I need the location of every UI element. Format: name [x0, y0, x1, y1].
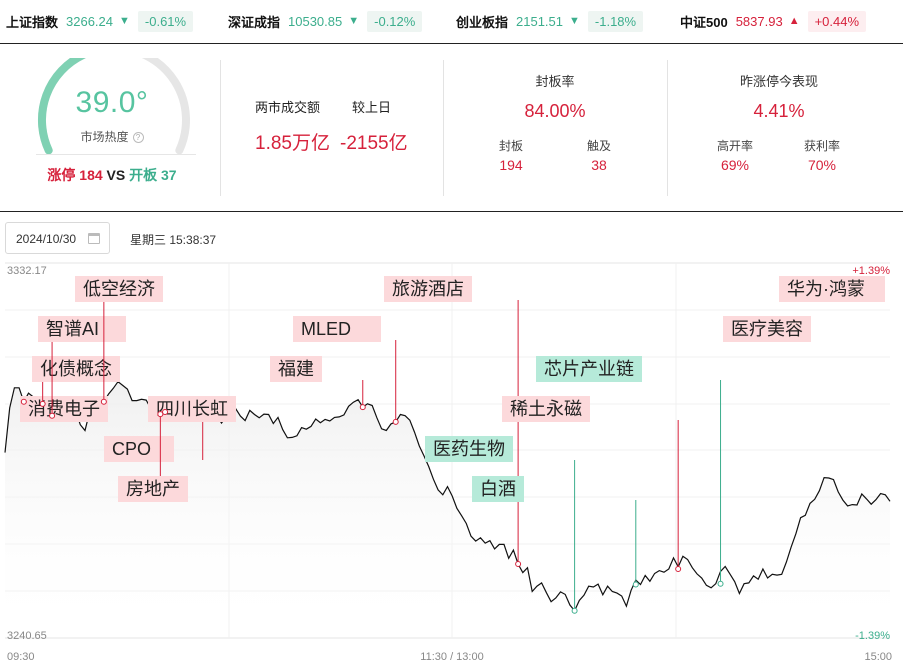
divider — [667, 60, 668, 196]
index-change: -1.18% — [587, 10, 644, 32]
marker-point — [515, 561, 522, 568]
marker-label: 白酒 — [480, 479, 516, 499]
date-value: 2024/10/30 — [16, 232, 77, 246]
index-ticker-bar: 上证指数 3266.24 ▼ -0.61% 深证成指 10530.85 ▼ -0… — [0, 0, 903, 44]
high-open-value: 69% — [720, 157, 750, 173]
open-board-count: 37 — [161, 167, 177, 183]
date-picker[interactable]: 2024/10/30 — [5, 222, 110, 254]
divider — [220, 60, 221, 196]
intraday-index-chart[interactable]: 消费电子 化债概念 智谱AI 低空经济 CPO四川长虹房地产 福建 MLED 旅游酒店医药生物… — [0, 260, 903, 671]
index-value: 2151.51 — [516, 13, 564, 29]
heat-label: 市场热度 — [80, 130, 129, 144]
event-marker[interactable]: 四川长虹 — [148, 396, 236, 422]
index-value: 5837.93 — [735, 13, 783, 29]
down-arrow-icon: ▼ — [119, 15, 130, 27]
index-value: 3266.24 — [66, 13, 114, 29]
market-stats-panel: 39.0° 市场热度? 涨停 184 VS 开板 37 两市成交额 较上日 1.… — [0, 44, 903, 212]
pct-bottom-label: -1.39% — [855, 630, 890, 642]
x-tick-label: 09:30 — [7, 651, 35, 663]
event-marker[interactable]: 芯片产业链 — [536, 356, 724, 587]
price-area — [5, 381, 890, 638]
seal-rate-title: 封板率 — [535, 74, 575, 89]
touched-value: 38 — [591, 157, 607, 173]
vs-label: VS — [106, 167, 126, 183]
pct-top-label: +1.39% — [852, 265, 890, 277]
marker-label: 四川长虹 — [156, 399, 228, 419]
marker-point — [571, 607, 578, 614]
seal-rate-value: 84.00% — [524, 101, 586, 121]
marker-label: 医药生物 — [433, 439, 505, 459]
up-arrow-icon: ▲ — [788, 15, 800, 27]
marker-point — [20, 398, 27, 405]
sealed-value: 194 — [499, 157, 523, 173]
limit-up-summary: 涨停 184 VS 开板 37 — [30, 165, 194, 185]
sealed-label: 封板 — [498, 139, 523, 153]
event-marker[interactable]: 消费电子 — [20, 396, 108, 422]
open-board-label: 开板 — [129, 167, 158, 183]
index-name: 中证500 — [680, 14, 728, 30]
index-shenzhen[interactable]: 深证成指 10530.85 ▼ -0.12% — [228, 9, 423, 33]
index-csi500[interactable]: 中证500 5837.93 ▲ +0.44% — [680, 9, 867, 33]
marker-label: MLED — [301, 319, 351, 339]
marker-label: 消费电子 — [28, 399, 100, 419]
limit-up-label: 涨停 — [47, 167, 76, 183]
marker-point — [632, 581, 639, 588]
y-bottom-label: 3240.65 — [7, 630, 47, 642]
question-icon[interactable]: ? — [132, 132, 144, 143]
yesterday-perf-value: 4.41% — [753, 101, 805, 121]
index-name: 创业板指 — [456, 14, 509, 30]
turnover-value: 1.85万亿 — [255, 133, 330, 154]
marker-label: 旅游酒店 — [392, 279, 464, 299]
marker-label: 智谱AI — [46, 319, 99, 339]
turnover-change-value: -2155亿 — [340, 133, 408, 154]
event-marker[interactable]: 华为·鸿蒙 — [779, 276, 903, 518]
marker-point — [49, 412, 56, 419]
heat-label-row: 市场热度? — [30, 128, 194, 145]
yesterday-perf-title: 昨涨停今表现 — [739, 74, 818, 89]
calendar-icon[interactable] — [88, 233, 100, 244]
marker-label: CPO — [112, 439, 151, 459]
index-value: 10530.85 — [288, 13, 343, 29]
marker-point — [39, 400, 46, 407]
marker-point — [157, 411, 164, 418]
marker-point — [100, 398, 107, 405]
marker-point — [717, 580, 724, 587]
divider — [36, 154, 196, 155]
high-open-label: 高开率 — [716, 139, 753, 153]
weekday-time: 星期三 15:38:37 — [130, 233, 217, 247]
marker-label: 稀土永磁 — [510, 399, 582, 419]
limit-up-count: 184 — [79, 167, 103, 183]
index-shanghai[interactable]: 上证指数 3266.24 ▼ -0.61% — [6, 9, 194, 33]
index-name: 上证指数 — [6, 14, 59, 30]
marker-point — [359, 404, 366, 411]
marker-point — [675, 565, 682, 572]
marker-label: 医疗美容 — [731, 319, 803, 339]
event-marker[interactable]: 福建 — [270, 356, 366, 411]
index-change: -0.12% — [367, 10, 423, 32]
profit-rate-label: 获利率 — [803, 139, 840, 153]
x-tick-label: 11:30 / 13:00 — [420, 651, 483, 663]
heat-value: 39.0° — [75, 86, 149, 119]
y-top-label: 3332.17 — [7, 265, 47, 277]
marker-label: 福建 — [278, 359, 314, 379]
event-marker[interactable]: 稀土永磁 — [502, 396, 682, 572]
marker-label: 低空经济 — [83, 279, 155, 299]
divider — [443, 60, 444, 196]
down-arrow-icon: ▼ — [348, 15, 360, 27]
marker-label: 房地产 — [126, 479, 180, 499]
vs-yesterday-label: 较上日 — [352, 100, 392, 115]
index-chinext[interactable]: 创业板指 2151.51 ▼ -1.18% — [456, 9, 644, 33]
marker-point — [392, 418, 399, 425]
index-change: -0.61% — [137, 10, 194, 32]
marker-label: 华为·鸿蒙 — [787, 279, 865, 299]
turnover-label: 两市成交额 — [255, 100, 321, 115]
touched-label: 触及 — [586, 139, 611, 153]
index-change: +0.44% — [807, 10, 867, 32]
profit-rate-value: 70% — [807, 157, 837, 173]
marker-label: 芯片产业链 — [544, 359, 634, 379]
index-name: 深证成指 — [228, 14, 281, 30]
down-arrow-icon: ▼ — [569, 15, 580, 27]
marker-label: 化债概念 — [40, 358, 112, 379]
x-tick-label: 15:00 — [864, 651, 892, 663]
